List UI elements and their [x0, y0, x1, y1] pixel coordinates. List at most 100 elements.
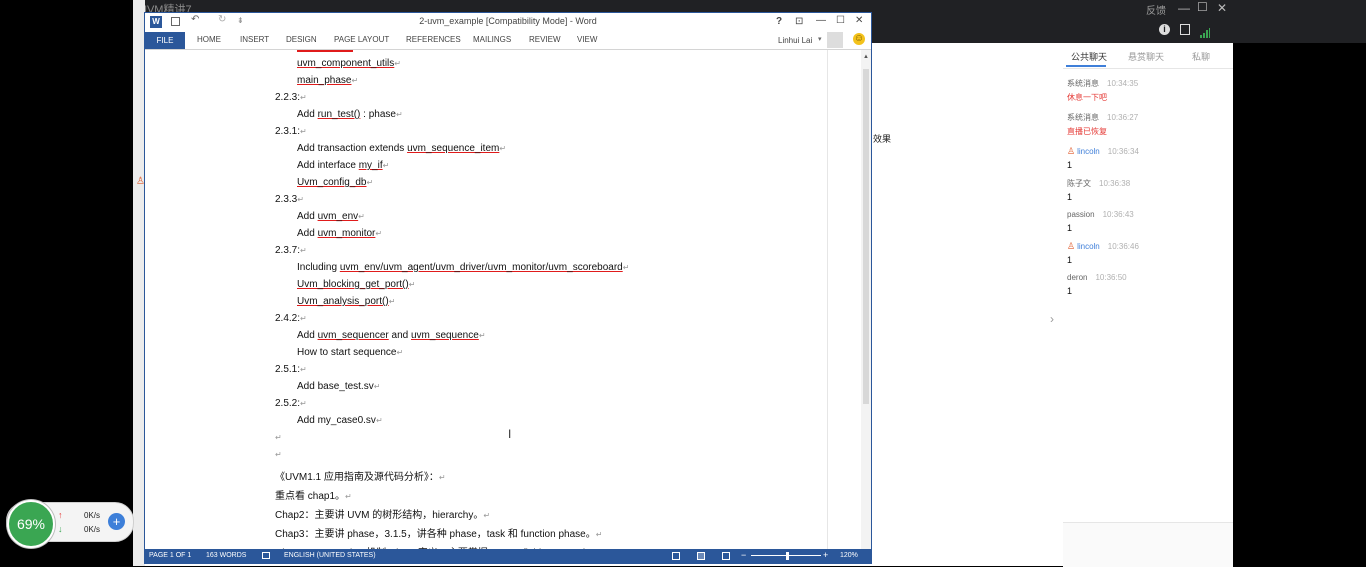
- document-line: Uvm_analysis_port()↵: [297, 296, 395, 307]
- paragraph-mark: ↵: [396, 348, 404, 357]
- paragraph-mark: ↵: [345, 492, 352, 501]
- tab-view[interactable]: VIEW: [577, 35, 597, 44]
- memory-usage-circle[interactable]: 69%: [7, 500, 55, 548]
- chat-text: 1: [1067, 286, 1073, 296]
- zoom-out-button[interactable]: −: [741, 550, 746, 560]
- word-maximize-button[interactable]: ☐: [836, 15, 845, 26]
- text-run: How to start sequence: [297, 347, 397, 358]
- chat-timestamp: 10:36:34: [1107, 147, 1139, 156]
- tab-home[interactable]: HOME: [197, 35, 221, 44]
- chat-text: 休息一下吧: [1067, 93, 1107, 102]
- scroll-up-icon[interactable]: ▲: [863, 54, 869, 60]
- underlined-code-term: Uvm_analysis_port(): [297, 296, 389, 307]
- tab-page-layout[interactable]: PAGE LAYOUT: [334, 35, 389, 44]
- underlined-code-term: uvm_sequence: [410, 330, 479, 341]
- word-count[interactable]: 163 WORDS: [206, 552, 246, 559]
- tab-reward-chat[interactable]: 悬赏聊天: [1128, 50, 1164, 63]
- app-close-button[interactable]: ✕: [1217, 1, 1227, 15]
- chat-sender[interactable]: 系统消息: [1067, 113, 1099, 122]
- text-run: 2.5.1:: [275, 364, 301, 375]
- web-layout-icon[interactable]: [722, 552, 730, 560]
- text-run: Add: [297, 109, 318, 120]
- text-run: 2.3.7:: [275, 245, 301, 256]
- paragraph-mark: ↵: [382, 161, 390, 170]
- chat-sender[interactable]: 陈子文: [1067, 179, 1091, 188]
- accelerate-button[interactable]: +: [108, 513, 125, 530]
- tab-references[interactable]: REFERENCES: [406, 35, 461, 44]
- document-line: main_phase↵: [297, 75, 358, 86]
- document-line: ↵: [275, 449, 282, 460]
- text-run: 2.3.1:: [275, 126, 301, 137]
- tab-review[interactable]: REVIEW: [529, 35, 561, 44]
- tab-insert[interactable]: INSERT: [240, 35, 269, 44]
- status-bar: PAGE 1 OF 1 163 WORDS ENGLISH (UNITED ST…: [145, 549, 871, 563]
- download-speed: 0K/s: [84, 525, 101, 534]
- paragraph-mark: ↵: [595, 530, 603, 539]
- word-close-button[interactable]: ✕: [855, 15, 863, 26]
- tab-public-chat[interactable]: 公共聊天: [1071, 50, 1107, 63]
- chat-timestamp: 10:36:27: [1107, 113, 1139, 122]
- help-button[interactable]: ?: [776, 16, 782, 27]
- document-line: Chap3：主要讲 phase，3.1.5，讲各种 phase，task 和 f…: [275, 525, 602, 540]
- chat-sender[interactable]: lincoln: [1077, 242, 1100, 251]
- app-minimize-button[interactable]: —: [1178, 1, 1190, 15]
- document-line: 2.3.1:↵: [275, 126, 307, 137]
- chat-text: 1: [1067, 160, 1073, 170]
- tab-file[interactable]: FILE: [145, 32, 185, 49]
- zoom-slider-thumb[interactable]: [786, 552, 789, 560]
- text-run: Add interface: [297, 160, 359, 171]
- tab-private-chat[interactable]: 私聊: [1192, 50, 1210, 63]
- app-maximize-button[interactable]: ☐: [1197, 0, 1208, 14]
- document-line: Add interface my_if↵: [297, 160, 389, 171]
- chat-timestamp: 10:36:38: [1099, 178, 1131, 188]
- underlined-code-term: uvm_sequence_item: [407, 143, 500, 154]
- info-icon[interactable]: i: [1159, 24, 1170, 35]
- proofing-icon[interactable]: [262, 552, 270, 559]
- document-icon[interactable]: [1180, 24, 1190, 35]
- paragraph-mark: ↵: [408, 280, 416, 289]
- chat-timestamp: 10:34:35: [1107, 79, 1139, 88]
- document-line: Add my_case0.sv↵: [297, 415, 383, 426]
- text-run: Add: [297, 330, 318, 341]
- user-menu-caret-icon[interactable]: ▾: [818, 35, 822, 43]
- zoom-in-button[interactable]: +: [823, 550, 828, 560]
- print-layout-icon[interactable]: [697, 552, 705, 560]
- document-line: Add uvm_monitor↵: [297, 228, 382, 239]
- chat-sender[interactable]: deron: [1067, 273, 1087, 282]
- chat-sender[interactable]: passion: [1067, 210, 1095, 219]
- download-arrow-icon: ↓: [58, 524, 63, 534]
- tab-mailings[interactable]: MAILINGS: [473, 35, 511, 44]
- user-name[interactable]: Linhui Lai: [778, 36, 812, 45]
- word-minimize-button[interactable]: —: [816, 15, 826, 26]
- paragraph-mark: ↵: [351, 76, 359, 85]
- paragraph-mark: ↵: [300, 93, 307, 102]
- collapse-panel-button[interactable]: ›: [1050, 312, 1054, 326]
- document-line: 重点看 chap1。↵: [275, 487, 352, 502]
- document-page[interactable]: uvm_component_utils↵ main_phase↵ 2.2.3:↵ Ad…: [145, 50, 861, 549]
- chat-input-area[interactable]: [1063, 522, 1233, 567]
- document-line: 2.3.3↵: [275, 194, 304, 205]
- document-line: Add transaction extends uvm_sequence_ite…: [297, 143, 506, 154]
- page-count[interactable]: PAGE 1 OF 1: [149, 552, 191, 559]
- scrollbar-thumb[interactable]: [863, 69, 869, 404]
- text-run: Add my_case0.sv: [297, 415, 376, 426]
- avatar[interactable]: [827, 32, 843, 48]
- language-indicator[interactable]: ENGLISH (UNITED STATES): [284, 552, 376, 559]
- paragraph-mark: ↵: [300, 246, 307, 255]
- text-run: 2.4.2:: [275, 313, 301, 324]
- chat-sender[interactable]: lincoln: [1077, 147, 1100, 156]
- read-mode-icon[interactable]: [672, 552, 680, 560]
- underlined-code-term: Uvm_config_db: [297, 177, 367, 188]
- ribbon-display-options-button[interactable]: ⊡: [795, 16, 803, 27]
- underlined-code-term: uvm_env: [317, 211, 359, 222]
- chat-sender[interactable]: 系统消息: [1067, 79, 1099, 88]
- paragraph-mark: ↵: [499, 144, 507, 153]
- text-run: 重点看 chap1。: [275, 491, 346, 502]
- zoom-level[interactable]: 120%: [840, 552, 858, 559]
- tab-design[interactable]: DESIGN: [286, 35, 317, 44]
- feedback-smiley-icon[interactable]: ☺: [853, 33, 865, 45]
- feedback-link[interactable]: 反馈: [1146, 2, 1166, 17]
- text-run: Including: [297, 262, 340, 273]
- chat-timestamp: 10:36:50: [1095, 273, 1127, 282]
- document-line: 2.2.3:↵: [275, 92, 307, 103]
